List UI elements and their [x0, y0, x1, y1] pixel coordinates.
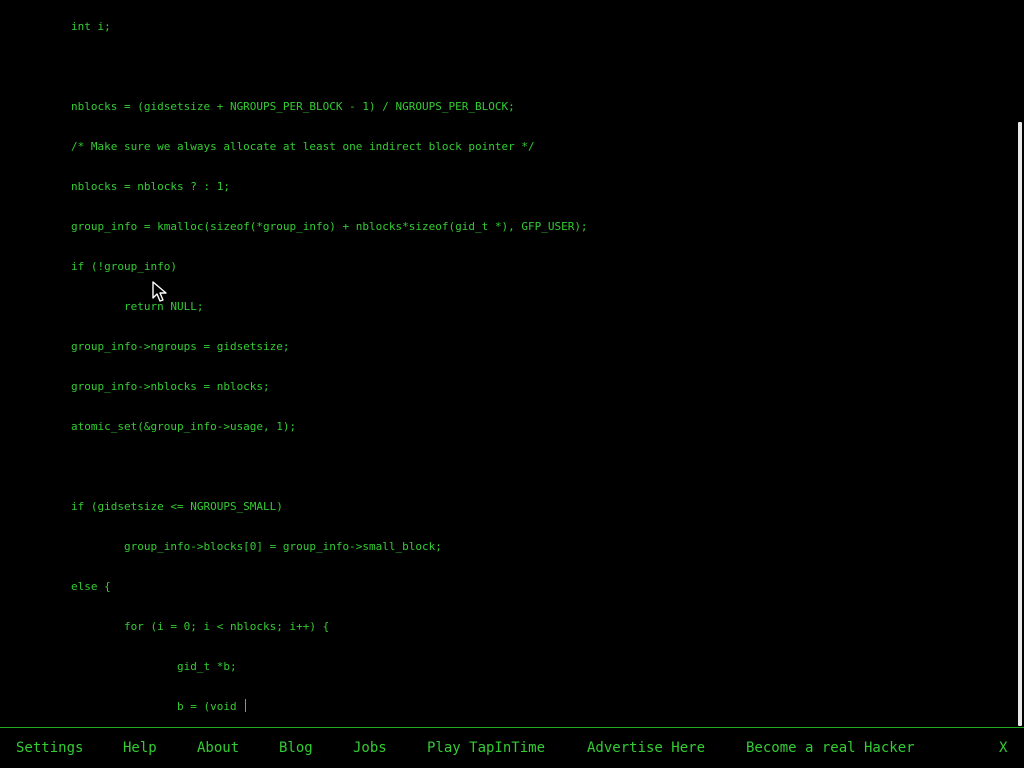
code-line: if (gidsetsize <= NGROUPS_SMALL) — [71, 500, 283, 513]
become-hacker-link[interactable]: Become a real Hacker — [746, 739, 915, 757]
close-button[interactable]: X — [999, 739, 1007, 757]
code-line: group_info->ngroups = gidsetsize; — [71, 340, 290, 353]
blog-link[interactable]: Blog — [279, 739, 313, 757]
vertical-scrollbar[interactable] — [1018, 0, 1024, 727]
code-line: group_info->blocks[0] = group_info->smal… — [71, 540, 442, 553]
code-line-current: b = (void — [71, 699, 247, 715]
play-tapintime-link[interactable]: Play TapInTime — [427, 739, 545, 757]
code-line: else { — [71, 580, 111, 593]
code-line: for (i = 0; i < nblocks; i++) { — [71, 620, 330, 633]
advertise-here-link[interactable]: Advertise Here — [587, 739, 705, 757]
code-line: atomic_set(&group_info->usage, 1); — [71, 420, 297, 433]
code-line: /* Make sure we always allocate at least… — [71, 140, 535, 153]
text-cursor — [245, 699, 247, 712]
footer-nav: Settings Help About Blog Jobs Play TapIn… — [0, 727, 1024, 768]
code-line: gid_t *b; — [71, 660, 237, 673]
settings-link[interactable]: Settings — [16, 739, 83, 757]
mouse-pointer-icon — [152, 281, 167, 302]
about-link[interactable]: About — [197, 739, 239, 757]
code-line: return NULL; — [71, 300, 204, 313]
code-line: int i; — [71, 20, 111, 33]
code-line: if (!group_info) — [71, 260, 177, 273]
help-link[interactable]: Help — [123, 739, 157, 757]
code-line-text: b = (void — [71, 700, 244, 713]
scrollbar-thumb[interactable] — [1018, 122, 1022, 726]
code-line: nblocks = (gidsetsize + NGROUPS_PER_BLOC… — [71, 100, 515, 113]
jobs-link[interactable]: Jobs — [353, 739, 387, 757]
code-line: nblocks = nblocks ? : 1; — [71, 180, 230, 193]
code-terminal[interactable]: int i; nblocks = (gidsetsize + NGROUPS_P… — [0, 0, 1018, 727]
code-line: group_info = kmalloc(sizeof(*group_info)… — [71, 220, 588, 233]
code-line: group_info->nblocks = nblocks; — [71, 380, 270, 393]
